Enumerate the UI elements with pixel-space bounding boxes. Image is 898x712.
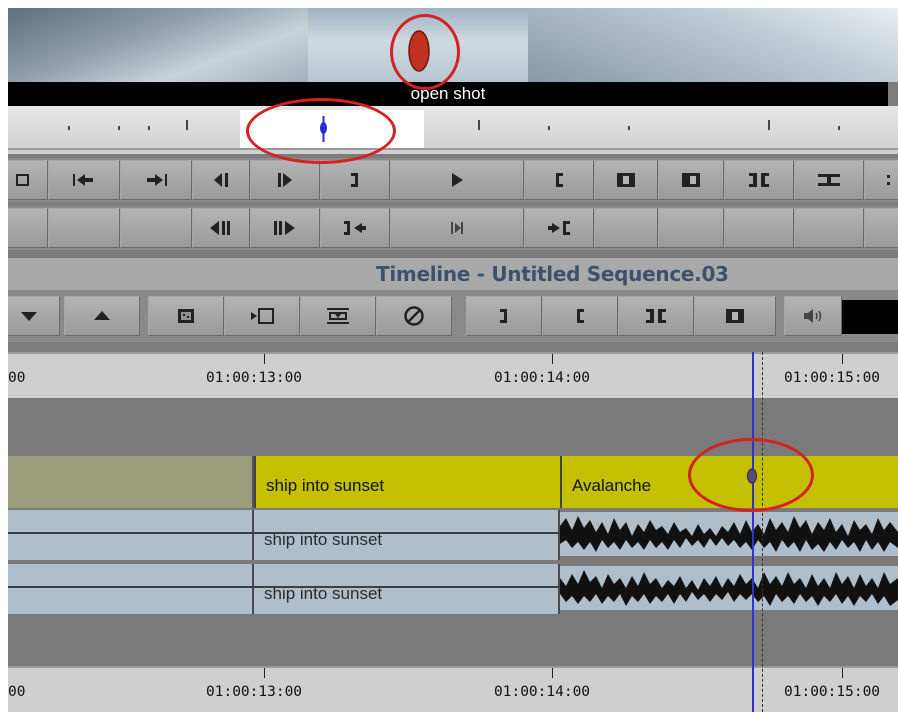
- step-forward-many-icon[interactable]: [250, 208, 320, 248]
- position-tick: [628, 126, 630, 130]
- stop-icon[interactable]: [8, 160, 48, 200]
- mark-in-icon[interactable]: [524, 160, 594, 200]
- blank-button[interactable]: [724, 208, 794, 248]
- ship-image-right: [528, 8, 898, 82]
- lift-overwrite-icon[interactable]: [300, 296, 376, 336]
- ruler-label: 01:00:15:00: [784, 684, 881, 700]
- audio-waveform: [560, 512, 898, 556]
- ruler-label: 00: [8, 684, 26, 700]
- go-to-out-icon[interactable]: [120, 160, 192, 200]
- blank-button[interactable]: [120, 208, 192, 248]
- match-frame-icon[interactable]: [694, 296, 776, 336]
- splice-icon[interactable]: [224, 296, 300, 336]
- position-bar-baseline: [8, 148, 898, 150]
- mark-in-icon[interactable]: [542, 296, 618, 336]
- go-to-previous-edit-icon[interactable]: [320, 208, 390, 248]
- clip-label: ship into sunset: [266, 476, 385, 495]
- ruler-tick: [552, 354, 553, 364]
- audio-meter: [842, 300, 898, 334]
- blank-button[interactable]: [8, 208, 48, 248]
- mark-out-icon[interactable]: [320, 160, 390, 200]
- timecode-ruler-bottom[interactable]: 00 01:00:13:00 01:00:14:00 01:00:15:00: [8, 666, 898, 712]
- red-oval-marker: [408, 30, 430, 72]
- track-divider: [8, 586, 558, 588]
- clip-name: open shot: [410, 84, 486, 103]
- position-bar[interactable]: [8, 106, 898, 154]
- ruler-label: 01:00:15:00: [784, 370, 881, 386]
- ruler-label: 01:00:14:00: [494, 370, 591, 386]
- ruler-label: 00: [8, 370, 26, 386]
- audio-clip[interactable]: ship into sunset: [254, 510, 560, 560]
- audio-track-2: ship into sunset: [8, 562, 898, 616]
- blank-button[interactable]: [864, 208, 898, 248]
- ruler-tick: [264, 668, 265, 678]
- edit-marker-line: [762, 352, 763, 712]
- ruler-tick: [842, 668, 843, 678]
- timeline-title-bar: Timeline - Untitled Sequence.03: [8, 258, 898, 290]
- track-divider: [8, 532, 558, 534]
- timecode-ruler-top[interactable]: 00 01:00:13:00 01:00:14:00 01:00:15:00: [8, 352, 898, 400]
- blank-button[interactable]: [48, 208, 120, 248]
- mark-clip-icon[interactable]: [594, 160, 658, 200]
- ruler-label: 01:00:14:00: [494, 684, 591, 700]
- match-frame-icon[interactable]: [724, 160, 794, 200]
- position-tick: [68, 126, 70, 130]
- ruler-label: 01:00:13:00: [206, 370, 303, 386]
- filler-clip[interactable]: [8, 456, 254, 508]
- lift-icon[interactable]: [64, 296, 140, 336]
- blank-button[interactable]: [794, 208, 864, 248]
- add-edit-icon[interactable]: [794, 160, 864, 200]
- annotation-circle: [246, 98, 396, 164]
- clear-icon[interactable]: [376, 296, 452, 336]
- overflow-button[interactable]: [864, 160, 898, 200]
- transport-row-1: [8, 158, 898, 202]
- ruler-label: 01:00:13:00: [206, 684, 303, 700]
- blank-button[interactable]: [594, 208, 658, 248]
- mark-clip-icon[interactable]: [618, 296, 694, 336]
- position-tick: [548, 126, 550, 130]
- empty-track: [8, 616, 898, 666]
- overwrite-icon[interactable]: [148, 296, 224, 336]
- position-tick: [478, 120, 480, 130]
- transport-row-2: [8, 206, 898, 250]
- go-to-in-icon[interactable]: [48, 160, 120, 200]
- clear-mark-icon[interactable]: [658, 160, 724, 200]
- mark-out-icon[interactable]: [466, 296, 542, 336]
- blank-button[interactable]: [658, 208, 724, 248]
- position-tick: [768, 120, 770, 130]
- ship-image-left: [8, 8, 308, 82]
- speaker-icon[interactable]: [784, 296, 842, 336]
- clip-label: Avalanche: [572, 476, 652, 495]
- editor-window: open shot Timeline - Untitled Sequence.0…: [8, 8, 898, 712]
- video-clip[interactable]: ship into sunset: [254, 456, 562, 508]
- position-tick: [838, 126, 840, 130]
- position-tick: [148, 126, 150, 130]
- play-in-to-out-icon[interactable]: [390, 208, 524, 248]
- go-to-next-edit-icon[interactable]: [524, 208, 594, 248]
- audio-filler-clip[interactable]: [8, 564, 254, 614]
- position-tick: [118, 126, 120, 130]
- timeline-position-indicator[interactable]: [752, 352, 754, 712]
- step-forward-icon[interactable]: [250, 160, 320, 200]
- play-icon[interactable]: [390, 160, 524, 200]
- timeline-title: Timeline - Untitled Sequence.03: [376, 262, 729, 286]
- ruler-tick: [552, 668, 553, 678]
- position-tick: [186, 120, 188, 130]
- timeline-toolbar: [8, 290, 898, 342]
- extract-icon[interactable]: [8, 296, 60, 336]
- audio-waveform: [560, 566, 898, 610]
- audio-filler-clip[interactable]: [8, 510, 254, 560]
- step-back-icon[interactable]: [192, 160, 250, 200]
- clip-name-bar: open shot: [8, 82, 888, 106]
- ruler-tick: [264, 354, 265, 364]
- audio-clip[interactable]: ship into sunset: [254, 564, 560, 614]
- audio-track-1: ship into sunset: [8, 508, 898, 562]
- ruler-tick: [842, 354, 843, 364]
- playhead-marker: [747, 468, 757, 484]
- step-back-many-icon[interactable]: [192, 208, 250, 248]
